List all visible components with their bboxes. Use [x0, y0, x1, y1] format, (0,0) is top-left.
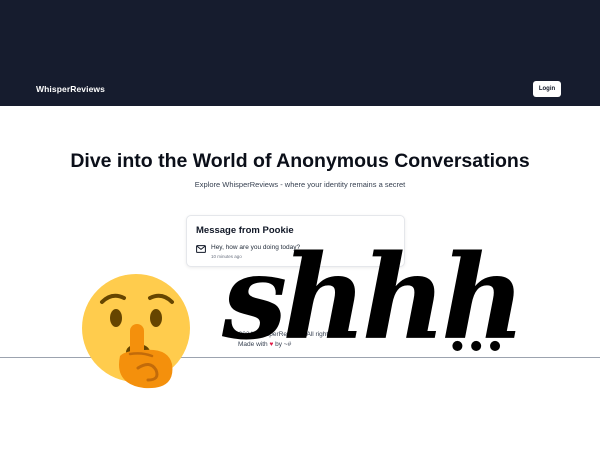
- mail-icon: [196, 245, 206, 253]
- login-button[interactable]: Login: [533, 81, 561, 97]
- brand-logo-text[interactable]: WhisperReviews: [36, 84, 105, 94]
- shhh-ellipsis: ...: [448, 299, 505, 363]
- hero-title: Dive into the World of Anonymous Convers…: [70, 150, 530, 172]
- navbar: WhisperReviews Login: [0, 0, 600, 106]
- shushing-face-emoji-icon: [82, 274, 190, 389]
- hero-subtitle: Explore WhisperReviews - where your iden…: [194, 180, 406, 189]
- page: WhisperReviews Login Dive into the World…: [0, 0, 600, 450]
